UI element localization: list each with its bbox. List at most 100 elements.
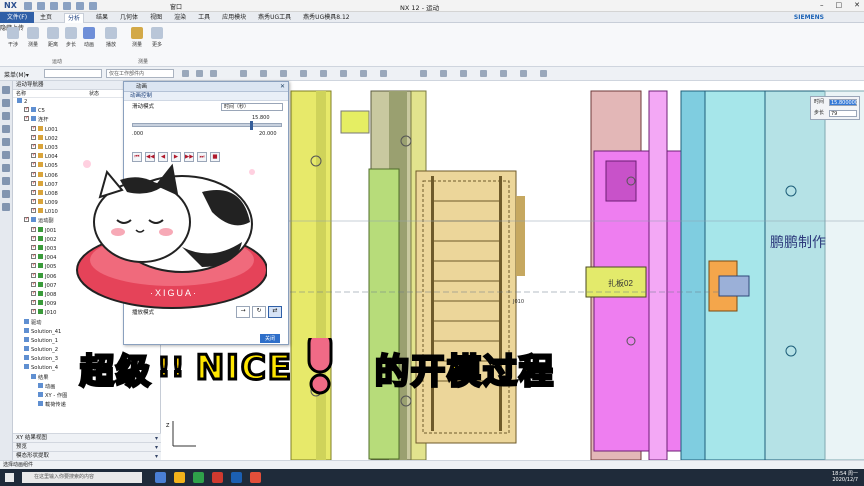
tab-yanxiu-tools[interactable]: 燕秀UG工具 bbox=[258, 13, 291, 23]
tree-checkbox[interactable] bbox=[31, 289, 36, 298]
tree-checkbox[interactable] bbox=[31, 188, 36, 197]
ribbon-more-button[interactable]: 更多 bbox=[148, 27, 166, 48]
web-icon[interactable] bbox=[2, 151, 10, 159]
file-explorer-icon[interactable] bbox=[174, 472, 185, 483]
type-filter-select[interactable] bbox=[44, 69, 102, 78]
tree-checkbox[interactable] bbox=[31, 234, 36, 243]
tree-checkbox[interactable] bbox=[31, 261, 36, 270]
system-icon[interactable] bbox=[2, 177, 10, 185]
tree-checkbox[interactable] bbox=[31, 307, 36, 316]
camera-icon[interactable] bbox=[540, 70, 547, 77]
ribbon-step-button[interactable]: 步长 bbox=[62, 27, 80, 48]
maximize-icon[interactable]: □ bbox=[836, 1, 843, 9]
window-menu[interactable]: 窗口 bbox=[170, 2, 182, 11]
center-icon[interactable] bbox=[360, 70, 367, 77]
step-value-field[interactable]: 79 bbox=[829, 110, 857, 117]
nx-taskbar-icon[interactable] bbox=[231, 472, 242, 483]
tree-checkbox[interactable] bbox=[31, 271, 36, 280]
line-icon[interactable] bbox=[300, 70, 307, 77]
xy-result-view-panel[interactable]: XY 结果视图 bbox=[13, 433, 161, 443]
snap-icon[interactable] bbox=[182, 70, 189, 77]
reuse-library-icon[interactable] bbox=[2, 138, 10, 146]
curve-icon[interactable] bbox=[260, 70, 267, 77]
time-slider-thumb[interactable] bbox=[250, 121, 253, 130]
browser-icon[interactable] bbox=[193, 472, 204, 483]
copy-icon[interactable] bbox=[76, 2, 84, 10]
circle-icon[interactable] bbox=[340, 70, 347, 77]
recorder-icon[interactable] bbox=[250, 472, 261, 483]
render-style-icon[interactable] bbox=[500, 70, 507, 77]
fit-icon[interactable] bbox=[440, 70, 447, 77]
select-icon[interactable] bbox=[196, 70, 203, 77]
tree-checkbox[interactable] bbox=[31, 280, 36, 289]
tab-file[interactable]: 文件(F) bbox=[0, 12, 34, 23]
filter-icon[interactable] bbox=[210, 70, 217, 77]
tree-checkbox[interactable] bbox=[24, 114, 29, 123]
tree-checkbox[interactable] bbox=[31, 142, 36, 151]
tab-applications[interactable]: 应用模块 bbox=[222, 13, 246, 23]
palette-icon[interactable] bbox=[2, 190, 10, 198]
layer-icon[interactable] bbox=[520, 70, 527, 77]
tree-checkbox[interactable] bbox=[31, 151, 36, 160]
tree-checkbox[interactable] bbox=[31, 124, 36, 133]
ribbon-measure-button[interactable]: 测量 bbox=[24, 27, 42, 48]
ribbon-measure2-button[interactable]: 测量 bbox=[128, 27, 146, 48]
motion-navigator-icon[interactable] bbox=[2, 125, 10, 133]
column-name[interactable]: 名称 bbox=[16, 91, 26, 97]
arc-icon[interactable] bbox=[320, 70, 327, 77]
point-icon[interactable] bbox=[240, 70, 247, 77]
time-value-field[interactable]: 15.800000 bbox=[829, 99, 858, 106]
pingpong-icon[interactable]: ⇄ bbox=[268, 306, 282, 318]
preview-panel[interactable]: 预览 bbox=[13, 442, 161, 452]
tree-checkbox[interactable] bbox=[24, 215, 29, 224]
part-navigator-icon[interactable] bbox=[2, 86, 10, 94]
tab-home[interactable]: 主页 bbox=[40, 13, 52, 23]
tree-item[interactable]: 载荷传递 bbox=[13, 401, 161, 410]
redo-icon[interactable] bbox=[50, 2, 58, 10]
rotate-icon[interactable] bbox=[480, 70, 487, 77]
app-icon[interactable] bbox=[212, 472, 223, 483]
tab-view[interactable]: 视图 bbox=[150, 13, 162, 23]
tree-checkbox[interactable] bbox=[31, 243, 36, 252]
undo-icon[interactable] bbox=[37, 2, 45, 10]
tab-analysis[interactable]: 分析 bbox=[64, 13, 85, 23]
slider-mode-select[interactable]: 时间（秒） bbox=[221, 103, 283, 111]
windows-start-icon[interactable] bbox=[5, 473, 14, 482]
constraint-icon[interactable] bbox=[2, 112, 10, 120]
tree-checkbox[interactable] bbox=[31, 133, 36, 142]
close-icon[interactable]: ✕ bbox=[854, 1, 860, 9]
close-icon[interactable]: ✕ bbox=[280, 82, 285, 92]
task-view-icon[interactable] bbox=[155, 472, 166, 483]
ribbon-distance-button[interactable]: 距离 bbox=[44, 27, 62, 48]
cut-icon[interactable] bbox=[63, 2, 71, 10]
face-icon[interactable] bbox=[280, 70, 287, 77]
paste-icon[interactable] bbox=[89, 2, 97, 10]
zoom-icon[interactable] bbox=[460, 70, 467, 77]
tab-results[interactable]: 结果 bbox=[96, 13, 108, 23]
tree-checkbox[interactable] bbox=[31, 252, 36, 261]
scope-filter-select[interactable]: 仅在工作部件内 bbox=[106, 69, 174, 78]
tab-yanxiu-mold[interactable]: 燕秀UG模具8.12 bbox=[303, 13, 349, 23]
tree-checkbox[interactable] bbox=[24, 105, 29, 114]
mode-shape-panel[interactable]: 模态形状提取 bbox=[13, 451, 161, 461]
tab-geometry[interactable]: 几何体 bbox=[120, 13, 138, 23]
tree-checkbox[interactable] bbox=[31, 170, 36, 179]
save-icon[interactable] bbox=[24, 2, 32, 10]
tree-checkbox[interactable] bbox=[31, 206, 36, 215]
tree-checkbox[interactable] bbox=[31, 298, 36, 307]
tree-checkbox[interactable] bbox=[31, 160, 36, 169]
history-icon[interactable] bbox=[2, 164, 10, 172]
tab-render[interactable]: 渲染 bbox=[174, 13, 186, 23]
tangent-icon[interactable] bbox=[380, 70, 387, 77]
ribbon-play-button[interactable]: 播放 bbox=[102, 27, 120, 48]
tree-checkbox[interactable] bbox=[31, 179, 36, 188]
ribbon-animation-button[interactable]: 动画 bbox=[80, 27, 98, 48]
animation-control-section[interactable]: 动画控制 bbox=[124, 92, 288, 101]
minimize-icon[interactable]: – bbox=[820, 1, 824, 9]
taskbar-clock[interactable]: 18:54 周一 2020/12/7 bbox=[832, 471, 858, 483]
column-state[interactable]: 状态 bbox=[89, 90, 99, 98]
tree-checkbox[interactable] bbox=[31, 225, 36, 234]
time-slider[interactable] bbox=[132, 121, 282, 130]
view-icon[interactable] bbox=[420, 70, 427, 77]
assembly-navigator-icon[interactable] bbox=[2, 99, 10, 107]
